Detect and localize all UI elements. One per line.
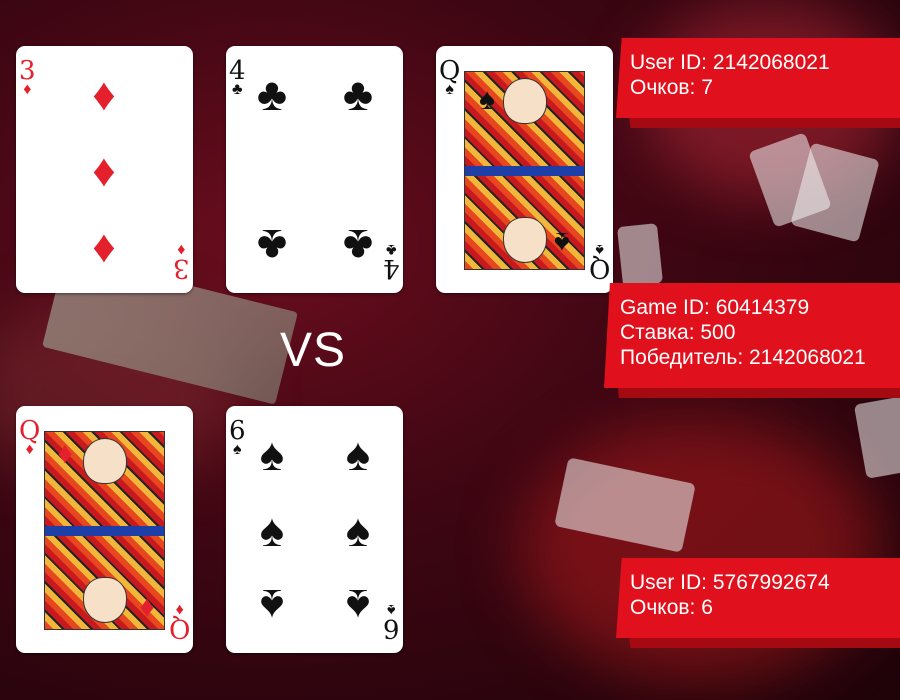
spade-icon: ♠ [345,504,371,556]
spade-icon: ♠ [259,580,285,632]
club-icon: ♣ [386,241,397,258]
game-id: Game ID: 60414379 [620,296,810,319]
card-rank: Q [168,613,190,643]
diamond-icon: ♦ [92,220,116,272]
club-icon: ♣ [256,68,288,120]
queen-of-diamonds-artwork: ♦ ♦ [44,431,165,630]
player1-card-3: ♠ ♠ Q ♠ Q ♠ [436,46,613,293]
player2-card-1: ♦ ♦ Q ♦ Q ♦ [16,406,193,653]
spade-icon: ♠ [387,601,396,618]
spade-icon: ♠ [345,580,371,632]
card-corner: 3 ♦ [173,241,190,283]
queen-of-spades-artwork: ♠ ♠ [464,71,585,270]
diamond-icon: ♦ [57,437,73,470]
background-card [616,223,664,287]
spade-icon: ♠ [595,241,604,258]
player2-score: Очков: 6 [630,596,713,619]
player1-card-2: 4 ♣ ♣ ♣ ♣ ♣ 4 ♣ [226,46,403,293]
club-icon: ♣ [342,220,374,272]
diamond-icon: ♦ [177,241,186,258]
card-corner: Q ♠ [439,58,460,98]
spade-icon: ♠ [259,428,285,480]
spade-icon: ♠ [445,81,454,98]
player1-info-banner: User ID: 2142068021 Очков: 7 [616,38,900,128]
spade-icon: ♠ [259,504,285,556]
spade-icon: ♠ [479,83,495,116]
spade-icon: ♠ [345,428,371,480]
diamond-icon: ♦ [175,601,184,618]
diamond-icon: ♦ [92,144,116,196]
queen-face [82,577,127,623]
diamond-icon: ♦ [25,441,34,458]
face-band [45,525,164,536]
bet-amount: Ставка: 500 [620,321,736,344]
player2-info-banner: User ID: 5767992674 Очков: 6 [616,558,900,648]
diamond-icon: ♦ [92,68,116,120]
diamond-icon: ♦ [139,592,155,625]
card-corner: Q ♦ [19,418,40,458]
winner: Победитель: 2142068021 [620,346,866,369]
game-info-banner: Game ID: 60414379 Ставка: 500 Победитель… [604,283,900,398]
player2-card-2: 6 ♠ ♠ ♠ ♠ ♠ ♠ ♠ 6 ♠ [226,406,403,653]
card-rank: 4 [383,253,400,283]
card-corner: 4 ♣ [229,58,246,98]
card-rank: 6 [383,613,400,643]
spade-icon: ♠ [233,441,242,458]
player1-card-1: 3 ♦ ♦ ♦ ♦ 3 ♦ [16,46,193,293]
card-corner: 3 ♦ [19,58,36,98]
card-corner: Q ♦ [168,601,190,643]
spade-icon: ♠ [554,226,570,259]
card-corner: 4 ♣ [383,241,400,283]
club-icon: ♣ [256,220,288,272]
player2-user-id: User ID: 5767992674 [630,571,830,594]
player1-user-id: User ID: 2142068021 [630,51,830,74]
player1-score: Очков: 7 [630,76,713,99]
card-corner: 6 ♠ [383,601,400,643]
diamond-icon: ♦ [23,81,32,98]
queen-face [502,217,547,263]
card-corner: 6 ♠ [229,418,246,458]
club-icon: ♣ [232,81,243,98]
card-rank: 3 [173,253,190,283]
versus-label: VS [280,324,347,377]
face-band [465,165,584,176]
queen-face [82,438,127,484]
card-rank: Q [588,253,610,283]
card-corner: Q ♠ [588,241,610,283]
club-icon: ♣ [342,68,374,120]
queen-face [502,78,547,124]
background-card [853,396,900,479]
